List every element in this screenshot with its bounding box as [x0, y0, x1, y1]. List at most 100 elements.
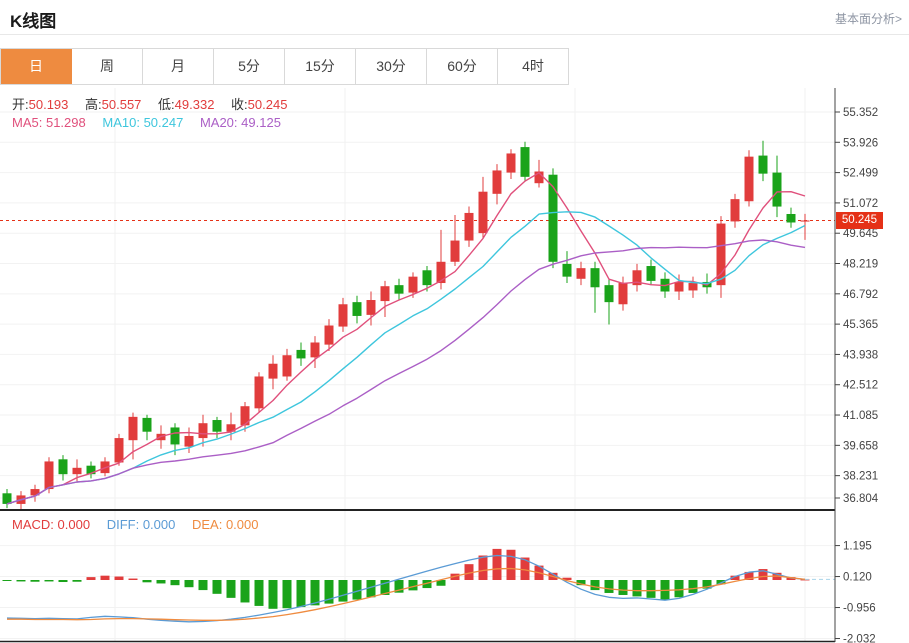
- macd-bar[interactable]: [506, 549, 516, 580]
- macd-bar[interactable]: [16, 580, 26, 582]
- ma20-line: [6, 239, 806, 505]
- candle[interactable]: [478, 191, 488, 234]
- macd-bar[interactable]: [212, 580, 222, 594]
- candle[interactable]: [464, 212, 474, 241]
- macd-bar[interactable]: [156, 580, 166, 584]
- candle[interactable]: [58, 459, 68, 475]
- candle[interactable]: [198, 423, 208, 439]
- candle[interactable]: [450, 240, 460, 262]
- macd-bar[interactable]: [604, 580, 614, 593]
- tab-4hour[interactable]: 4时: [498, 49, 568, 84]
- tab-30min[interactable]: 30分: [356, 49, 427, 84]
- candle[interactable]: [618, 283, 628, 305]
- macd-bar[interactable]: [632, 580, 642, 597]
- tab-day[interactable]: 日: [1, 49, 72, 84]
- macd-bar[interactable]: [2, 580, 12, 581]
- candle[interactable]: [590, 268, 600, 288]
- macd-y-axis-label: -2.032: [843, 634, 876, 643]
- macd-bar[interactable]: [184, 580, 194, 588]
- candle[interactable]: [408, 276, 418, 293]
- macd-bar[interactable]: [646, 580, 656, 598]
- macd-bar[interactable]: [268, 580, 278, 609]
- candle[interactable]: [688, 283, 698, 291]
- macd-bar[interactable]: [44, 580, 54, 582]
- candle[interactable]: [142, 417, 152, 432]
- chart-header: K线图 基本面分析>: [0, 0, 909, 35]
- candle[interactable]: [394, 285, 404, 294]
- candle[interactable]: [772, 172, 782, 207]
- candle[interactable]: [268, 363, 278, 379]
- macd-bar[interactable]: [114, 576, 124, 580]
- diff-value-legend: DIFF: 0.000: [106, 517, 176, 532]
- tab-60min[interactable]: 60分: [427, 49, 498, 84]
- tab-15min[interactable]: 15分: [285, 49, 356, 84]
- ohlc-low: 低:49.332: [158, 97, 215, 112]
- candle[interactable]: [282, 355, 292, 377]
- dea-value-legend: DEA: 0.000: [191, 517, 259, 532]
- candle[interactable]: [254, 376, 264, 409]
- macd-bar[interactable]: [492, 548, 502, 580]
- macd-bar[interactable]: [58, 580, 68, 583]
- candle[interactable]: [562, 263, 572, 277]
- macd-bar[interactable]: [282, 580, 292, 609]
- candle[interactable]: [338, 304, 348, 327]
- macd-legend: MACD: 0.000 DIFF: 0.000 DEA: 0.000: [12, 517, 272, 532]
- candle[interactable]: [758, 155, 768, 174]
- candle[interactable]: [730, 199, 740, 222]
- candle[interactable]: [506, 153, 516, 173]
- candle[interactable]: [212, 420, 222, 432]
- candle[interactable]: [492, 170, 502, 194]
- candle[interactable]: [310, 342, 320, 358]
- candle[interactable]: [184, 435, 194, 447]
- candle[interactable]: [128, 416, 138, 441]
- macd-bar[interactable]: [478, 555, 488, 580]
- tab-month[interactable]: 月: [143, 49, 214, 84]
- candle[interactable]: [352, 302, 362, 316]
- candle[interactable]: [170, 427, 180, 445]
- candle[interactable]: [422, 270, 432, 286]
- macd-bar[interactable]: [226, 580, 236, 598]
- macd-bar[interactable]: [254, 580, 264, 606]
- macd-bar[interactable]: [30, 580, 40, 582]
- candle[interactable]: [800, 220, 810, 222]
- tab-5min[interactable]: 5分: [214, 49, 285, 84]
- candle[interactable]: [324, 325, 334, 345]
- macd-bar[interactable]: [142, 580, 152, 583]
- macd-bar[interactable]: [688, 580, 698, 593]
- candle[interactable]: [114, 438, 124, 463]
- candle[interactable]: [380, 286, 390, 302]
- fundamental-analysis-link[interactable]: 基本面分析>: [835, 10, 902, 27]
- macd-bar[interactable]: [86, 577, 96, 580]
- candle[interactable]: [44, 461, 54, 490]
- macd-bar[interactable]: [618, 580, 628, 595]
- candle[interactable]: [296, 349, 306, 359]
- macd-bar[interactable]: [240, 580, 250, 603]
- candle[interactable]: [366, 300, 376, 315]
- y-axis-label: 36.804: [843, 493, 879, 505]
- macd-bar[interactable]: [100, 575, 110, 580]
- tab-week[interactable]: 周: [72, 49, 143, 84]
- macd-bar[interactable]: [198, 580, 208, 591]
- candle[interactable]: [72, 467, 82, 475]
- macd-bar[interactable]: [674, 580, 684, 598]
- ma10-line: [6, 211, 806, 505]
- macd-bar[interactable]: [338, 580, 348, 602]
- candle[interactable]: [520, 147, 530, 177]
- candle[interactable]: [436, 261, 446, 284]
- candle[interactable]: [576, 268, 586, 279]
- y-axis-label: 46.792: [843, 289, 878, 301]
- ohlc-open: 开:50.193: [12, 97, 69, 112]
- candle[interactable]: [674, 281, 684, 292]
- ma20-legend: MA20: 49.125: [199, 115, 281, 130]
- macd-bar[interactable]: [296, 580, 306, 608]
- macd-bar[interactable]: [590, 580, 600, 591]
- macd-bar[interactable]: [170, 580, 180, 586]
- macd-bar[interactable]: [128, 578, 138, 580]
- candle[interactable]: [744, 156, 754, 202]
- y-axis-label: 53.926: [843, 137, 878, 149]
- candle[interactable]: [786, 213, 796, 223]
- candle[interactable]: [646, 266, 656, 281]
- candle[interactable]: [604, 285, 614, 303]
- macd-bar[interactable]: [72, 580, 82, 582]
- y-axis-label: 38.231: [843, 471, 878, 483]
